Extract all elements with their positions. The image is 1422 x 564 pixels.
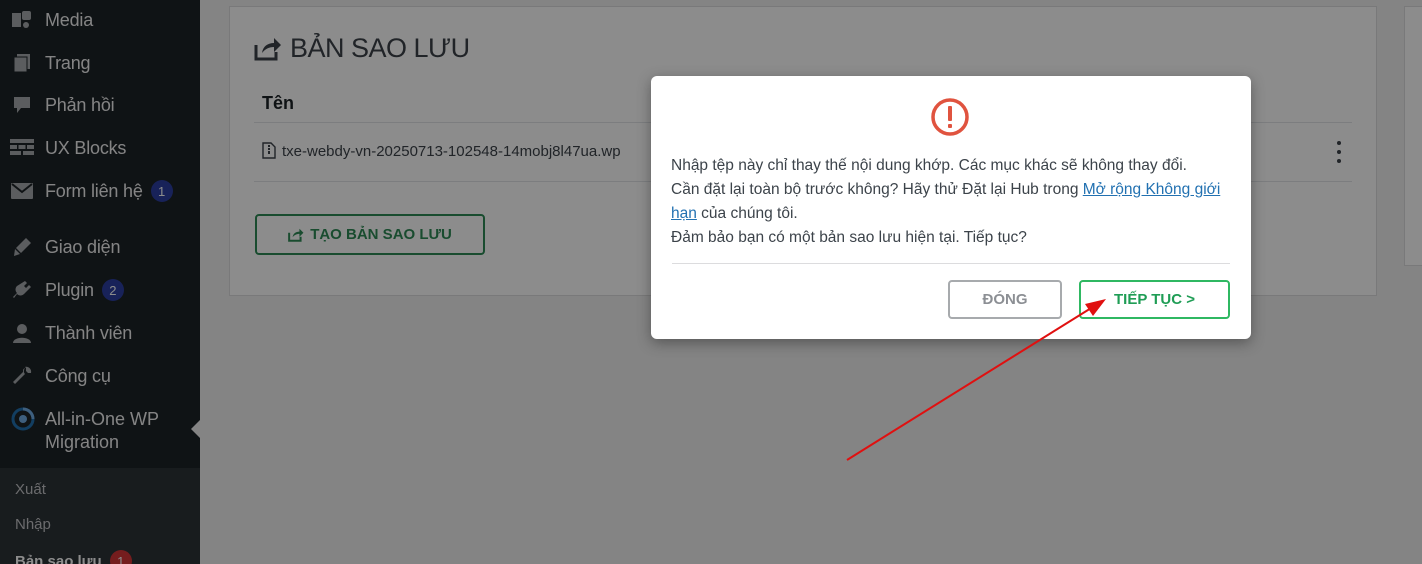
warning-icon	[931, 98, 969, 136]
continue-button[interactable]: TIẾP TỤC >	[1079, 280, 1230, 319]
dialog-line-2-suffix: của chúng tôi.	[696, 205, 798, 222]
confirm-import-dialog: Nhập tệp này chỉ thay thế nội dung khớp.…	[651, 76, 1251, 339]
dialog-line-1: Nhập tệp này chỉ thay thế nội dung khớp.…	[671, 157, 1187, 174]
dialog-line-2-prefix: Cần đặt lại toàn bộ trước không? Hãy thử…	[671, 181, 1083, 198]
dialog-line-3: Đảm bảo bạn có một bản sao lưu hiện tại.…	[671, 229, 1027, 246]
dialog-line-2: Cần đặt lại toàn bộ trước không? Hãy thử…	[671, 178, 1236, 226]
dialog-divider	[672, 263, 1230, 264]
dialog-message: Nhập tệp này chỉ thay thế nội dung khớp.…	[671, 154, 1236, 250]
close-button[interactable]: ĐÓNG	[948, 280, 1062, 319]
